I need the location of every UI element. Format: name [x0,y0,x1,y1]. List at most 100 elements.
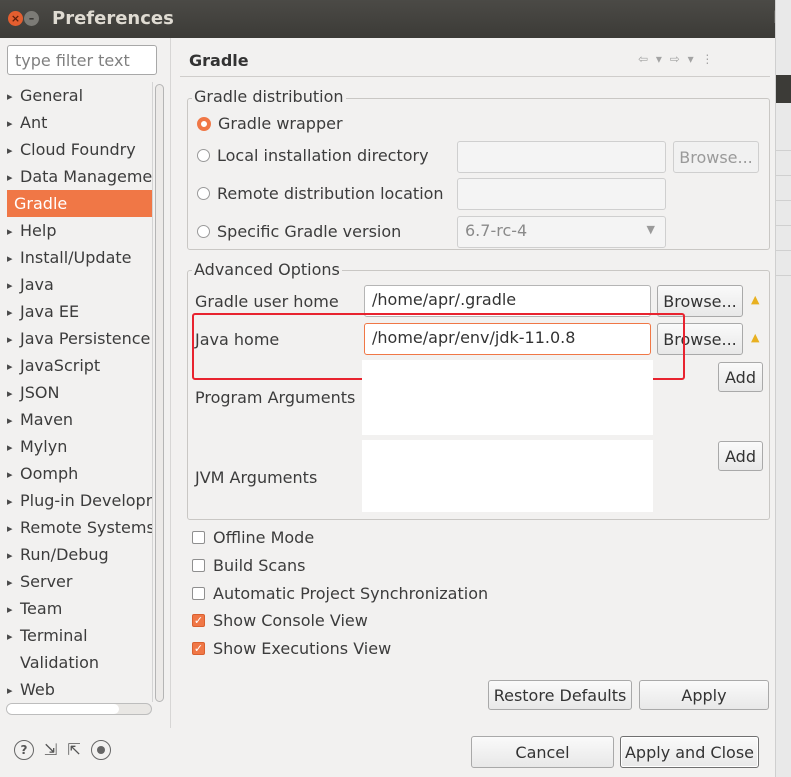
close-window-button[interactable]: × [8,11,23,26]
expand-arrow-icon[interactable]: ▸ [7,380,20,407]
jvm-arguments-list[interactable] [362,440,653,512]
jvm-arguments-label: JVM Arguments [195,468,318,487]
checkbox-icon [192,559,205,572]
tree-horizontal-scrollbar[interactable] [6,703,152,715]
tree-vertical-scrollbar[interactable] [152,82,167,702]
radio-specific-version[interactable]: Specific Gradle version [197,222,401,241]
tree-item-ant[interactable]: ▸ Ant [0,109,152,136]
tree-item-label: Cloud Foundry [20,140,136,159]
tree-item-label: General [20,86,84,105]
gradle-version-select[interactable]: 6.7-rc-4 ▼ [457,216,666,248]
expand-arrow-icon[interactable]: ▸ [7,569,20,596]
expand-arrow-icon[interactable]: ▸ [7,677,20,702]
tree-item-label: Run/Debug [20,545,109,564]
navigation-arrows[interactable]: ⇦ ▾ ⇨ ▾ ⋮ [638,52,715,66]
minimize-window-button[interactable]: – [24,11,39,26]
tree-item-javascript[interactable]: ▸ JavaScript [0,352,152,379]
checkbox-show-executions-view[interactable]: ✓ Show Executions View [192,639,391,658]
radio-remote-distribution[interactable]: Remote distribution location [197,184,444,203]
tree-item-gradle[interactable]: Gradle [7,190,152,217]
tree-item-json[interactable]: ▸ JSON [0,379,152,406]
radio-selected-icon [197,116,211,131]
radio-icon [197,149,210,162]
expand-arrow-icon[interactable]: ▸ [7,110,20,137]
tree-item-remote-systems[interactable]: ▸ Remote Systems [0,514,152,541]
header-separator [180,76,770,77]
expand-arrow-icon[interactable]: ▸ [7,515,20,542]
tree-item-label: Gradle [14,194,68,213]
tree-item-label: Server [20,572,73,591]
tree-item-java-persistence[interactable]: ▸ Java Persistence [0,325,152,352]
restore-defaults-button[interactable]: Restore Defaults [488,680,632,710]
expand-arrow-icon[interactable]: ▸ [7,218,20,245]
window-title: Preferences [52,8,174,29]
program-arguments-add-button[interactable]: Add [718,362,763,392]
local-browse-button[interactable]: Browse... [673,141,759,173]
checkbox-show-console-view[interactable]: ✓ Show Console View [192,611,368,630]
tree-item-team[interactable]: ▸ Team [0,595,152,622]
tree-item-web[interactable]: ▸ Web [0,676,152,702]
tree-item-java[interactable]: ▸ Java [0,271,152,298]
tree-item-general[interactable]: ▸ General [0,82,152,109]
panel-divider[interactable] [170,38,171,728]
expand-arrow-icon[interactable]: ▸ [7,137,20,164]
tree-item-data-manageme[interactable]: ▸ Data Manageme [0,163,152,190]
tree-item-run-debug[interactable]: ▸ Run/Debug [0,541,152,568]
tree-item-label: JavaScript [20,356,101,375]
tree-item-validation[interactable]: Validation [0,649,152,676]
tree-item-label: Remote Systems [20,518,152,537]
tree-item-label: Java [20,275,54,294]
checkbox-icon [192,587,205,600]
expand-arrow-icon[interactable]: ▸ [7,623,20,650]
radio-gradle-wrapper[interactable]: Gradle wrapper [197,114,343,133]
program-arguments-list[interactable] [362,360,653,435]
tree-item-help[interactable]: ▸ Help [0,217,152,244]
tree-item-maven[interactable]: ▸ Maven [0,406,152,433]
tree-item-mylyn[interactable]: ▸ Mylyn [0,433,152,460]
oomph-record-icon[interactable] [90,740,111,760]
expand-arrow-icon[interactable]: ▸ [7,299,20,326]
import-icon[interactable]: ⇲ [44,740,57,760]
checkbox-build-scans[interactable]: Build Scans [192,556,305,575]
local-installation-field[interactable] [457,141,666,173]
tree-item-label: Java EE [20,302,80,321]
tree-item-label: Mylyn [20,437,68,456]
expand-arrow-icon[interactable]: ▸ [7,164,20,191]
expand-arrow-icon[interactable]: ▸ [7,245,20,272]
apply-button[interactable]: Apply [639,680,769,710]
background-window [775,0,791,777]
jvm-arguments-add-button[interactable]: Add [718,441,763,471]
tree-item-terminal[interactable]: ▸ Terminal [0,622,152,649]
radio-local-installation[interactable]: Local installation directory [197,146,429,165]
expand-arrow-icon[interactable]: ▸ [7,434,20,461]
radio-icon [197,225,210,238]
expand-arrow-icon[interactable]: ▸ [7,542,20,569]
filter-input[interactable]: type filter text [7,45,157,75]
expand-arrow-icon[interactable]: ▸ [7,272,20,299]
export-icon[interactable]: ⇱ [67,740,80,760]
tree-item-label: Plug-in Developr [20,491,152,510]
tree-item-plug-in-developr[interactable]: ▸ Plug-in Developr [0,487,152,514]
expand-arrow-icon[interactable]: ▸ [7,461,20,488]
expand-arrow-icon[interactable]: ▸ [7,596,20,623]
help-icon[interactable]: ? [14,740,34,760]
tree-item-install-update[interactable]: ▸ Install/Update [0,244,152,271]
tree-item-cloud-foundry[interactable]: ▸ Cloud Foundry [0,136,152,163]
expand-arrow-icon[interactable]: ▸ [7,326,20,353]
cancel-button[interactable]: Cancel [471,736,614,768]
preference-tree: ▸ General ▸ Ant ▸ Cloud Foundry ▸ Data Manageme… [0,82,152,702]
checkmark-icon: ✓ [192,642,205,655]
tree-item-oomph[interactable]: ▸ Oomph [0,460,152,487]
apply-and-close-button[interactable]: Apply and Close [620,736,759,768]
expand-arrow-icon[interactable]: ▸ [7,407,20,434]
tree-item-server[interactable]: ▸ Server [0,568,152,595]
checkbox-offline-mode[interactable]: Offline Mode [192,528,314,547]
tree-item-label: Maven [20,410,74,429]
tree-item-java-ee[interactable]: ▸ Java EE [0,298,152,325]
expand-arrow-icon[interactable]: ▸ [7,353,20,380]
checkbox-auto-sync[interactable]: Automatic Project Synchronization [192,584,488,603]
expand-arrow-icon[interactable]: ▸ [7,488,20,515]
expand-arrow-icon[interactable]: ▸ [7,83,20,110]
remote-distribution-field[interactable] [457,178,666,210]
checkmark-icon: ✓ [192,614,205,627]
